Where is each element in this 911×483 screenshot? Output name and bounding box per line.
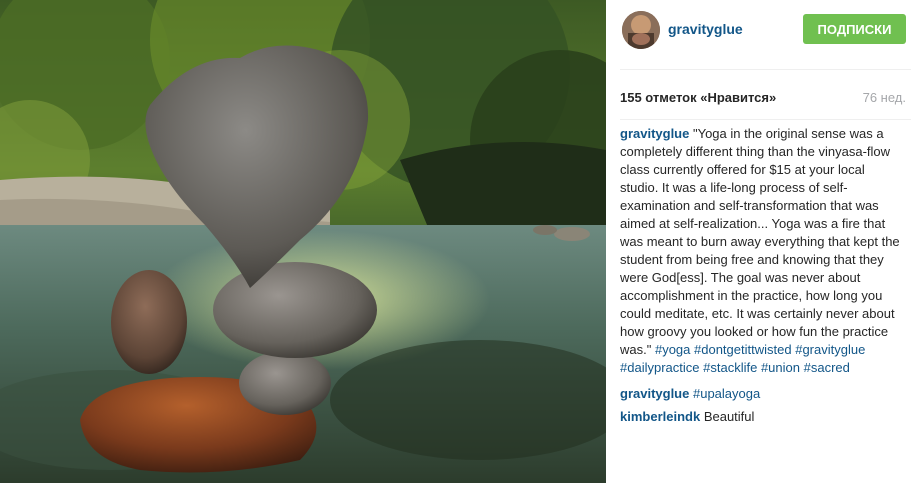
divider [620,69,911,70]
comment-item: kimberleindk Beautiful [620,408,900,426]
comment-caption: gravityglue "Yoga in the original sense … [620,125,900,377]
comment-username[interactable]: kimberleindk [620,409,700,424]
comments-list: gravityglue "Yoga in the original sense … [620,125,900,426]
hashtag-link[interactable]: #gravityglue [795,342,865,357]
hashtag-link[interactable]: #yoga [655,342,690,357]
follow-button[interactable]: ПОДПИСКИ [803,14,906,44]
comment-text: "Yoga in the original sense was a comple… [620,126,900,357]
comment-username[interactable]: gravityglue [620,386,689,401]
divider [620,119,911,120]
post-time[interactable]: 76 нед. [863,90,906,105]
hashtag-link[interactable]: #stacklife [703,360,757,375]
post-photo[interactable] [0,0,606,483]
post-header: gravityglue ПОДПИСКИ [606,0,911,62]
hashtag-link[interactable]: #dailypractice [620,360,700,375]
post-details-panel: gravityglue ПОДПИСКИ 155 отметок «Нравит… [606,0,911,483]
post-author-username[interactable]: gravityglue [668,21,743,37]
likes-row: 155 отметок «Нравится» 76 нед. [620,90,906,108]
hashtag-link[interactable]: #dontgetittwisted [694,342,792,357]
balanced-rocks-photo [0,0,606,483]
user-avatar[interactable] [622,11,660,49]
hashtag-link[interactable]: #union [761,360,800,375]
hashtag-link[interactable]: #upalayoga [693,386,760,401]
comment-username[interactable]: gravityglue [620,126,689,141]
likes-count[interactable]: 155 отметок «Нравится» [620,90,776,105]
avatar-photo-icon [622,11,660,49]
hashtag-link[interactable]: #sacred [804,360,850,375]
comment-text: Beautiful [700,409,755,424]
comment-item: gravityglue #upalayoga [620,385,900,403]
